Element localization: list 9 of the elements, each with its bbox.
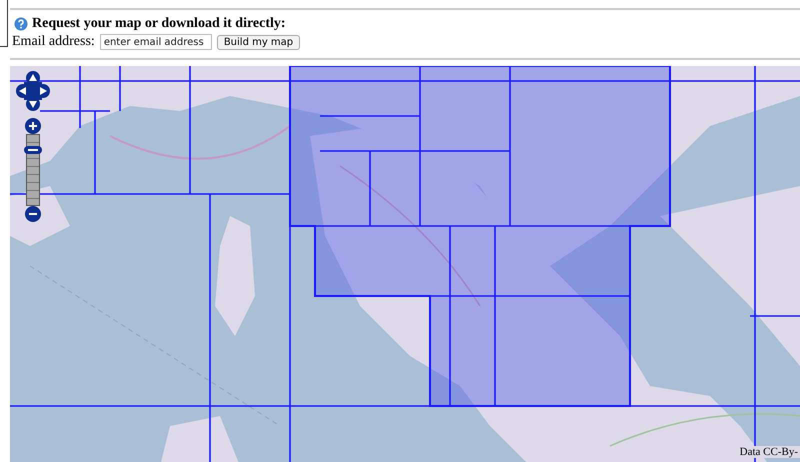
help-icon[interactable]: [14, 17, 28, 31]
zoom-slider[interactable]: [23, 118, 43, 222]
pan-control-icon[interactable]: [16, 70, 50, 112]
request-title: Request your map or download it directly:: [32, 16, 286, 32]
zoom-handle[interactable]: [24, 146, 42, 154]
email-field[interactable]: enter email address: [100, 34, 212, 50]
build-map-button[interactable]: Build my map: [216, 34, 300, 50]
map-attribution: Data CC-By-: [738, 446, 800, 458]
email-label: Email address:: [12, 34, 95, 50]
